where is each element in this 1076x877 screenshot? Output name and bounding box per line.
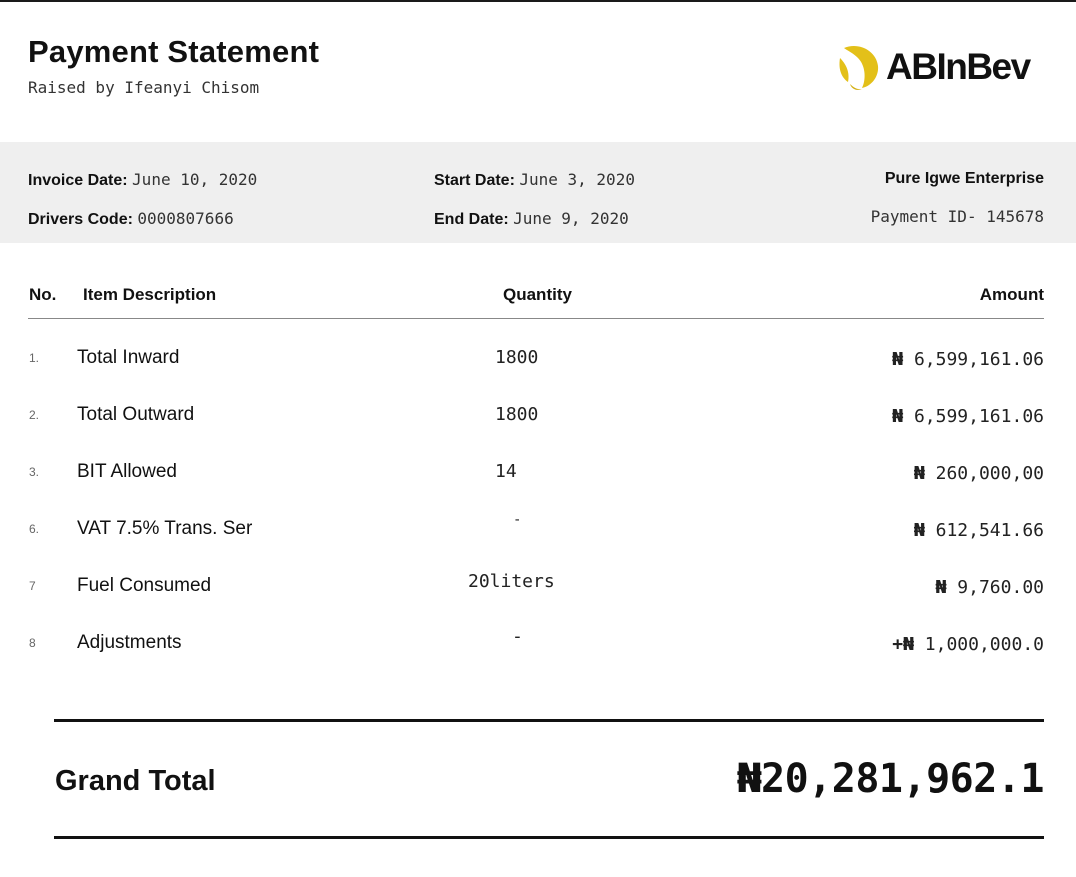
- row-amount: ₦ 9,760.00: [936, 577, 1044, 598]
- row-number: 3.: [29, 465, 40, 479]
- table-row: 8 Adjustments - +₦ 1,000,000.0: [0, 626, 1076, 672]
- row-quantity: -: [512, 626, 523, 647]
- start-date-value: June 3, 2020: [519, 170, 635, 189]
- currency-symbol: ₦: [892, 406, 904, 427]
- row-amount: ₦ 612,541.66: [914, 520, 1044, 541]
- invoice-date: Invoice Date: June 10, 2020: [28, 170, 257, 190]
- invoice-date-value: June 10, 2020: [132, 170, 258, 189]
- row-description: Fuel Consumed: [77, 575, 212, 596]
- start-date-label: Start Date:: [434, 172, 515, 189]
- row-number: 8: [29, 636, 36, 650]
- amount-value: 6,599,161.06: [913, 406, 1044, 427]
- abinbev-logo: ABInBev: [836, 42, 1048, 92]
- drivers-code-value: 0000807666: [137, 209, 234, 228]
- row-quantity: 1800: [495, 347, 539, 368]
- grand-total-bottom-rule: [54, 836, 1044, 839]
- header-divider: [28, 318, 1044, 319]
- row-description: Adjustments: [77, 632, 182, 653]
- row-number: 7: [29, 579, 36, 593]
- row-description: Total Outward: [77, 404, 195, 425]
- row-amount: ₦ 260,000,00: [914, 463, 1044, 484]
- row-number: 6.: [29, 522, 40, 536]
- amount-value: 612,541.66: [935, 520, 1044, 541]
- drivers-code-label: Drivers Code:: [28, 211, 133, 228]
- currency-symbol: ₦: [913, 463, 925, 484]
- row-amount: ₦ 6,599,161.06: [892, 406, 1044, 427]
- currency-symbol: ₦: [913, 520, 925, 541]
- row-description: Total Inward: [77, 347, 180, 368]
- row-quantity: 1800: [495, 404, 539, 425]
- row-amount: ₦ 6,599,161.06: [892, 349, 1044, 370]
- end-date-value: June 9, 2020: [513, 209, 629, 228]
- row-number: 1.: [29, 351, 40, 365]
- drivers-code: Drivers Code: 0000807666: [28, 209, 234, 229]
- start-date: Start Date: June 3, 2020: [434, 170, 635, 190]
- header-quantity: Quantity: [503, 285, 572, 304]
- logo-text: ABInBev: [886, 46, 1031, 87]
- company-name: Pure Igwe Enterprise: [884, 170, 1044, 187]
- row-description: VAT 7.5% Trans. Ser: [77, 518, 253, 539]
- currency-symbol: +₦: [892, 634, 914, 655]
- table-row: 6. VAT 7.5% Trans. Ser - ₦ 612,541.66: [0, 512, 1076, 558]
- table-row: 7 Fuel Consumed 20liters ₦ 9,760.00: [0, 571, 1076, 615]
- table-row: 2. Total Outward 1800 ₦ 6,599,161.06: [0, 404, 1076, 444]
- header-description: Item Description: [83, 285, 217, 304]
- payment-id: Payment ID- 145678: [870, 207, 1044, 226]
- invoice-date-label: Invoice Date:: [28, 172, 128, 189]
- currency-symbol: ₦: [892, 349, 904, 370]
- amount-value: 260,000,00: [935, 463, 1044, 484]
- grand-total-top-rule: [54, 719, 1044, 722]
- row-quantity: 20liters: [468, 571, 555, 592]
- row-description: BIT Allowed: [77, 461, 177, 482]
- amount-value: 9,760.00: [957, 577, 1044, 598]
- top-border: [0, 0, 1076, 2]
- end-date: End Date: June 9, 2020: [434, 209, 629, 229]
- row-amount: +₦ 1,000,000.0: [892, 634, 1044, 655]
- amount-value: 1,000,000.0: [924, 634, 1044, 655]
- page-title: Payment Statement: [28, 34, 320, 69]
- table-row: 3. BIT Allowed 14 ₦ 260,000,00: [0, 461, 1076, 501]
- row-quantity: 14: [495, 461, 517, 482]
- row-quantity: -: [513, 512, 522, 528]
- abinbev-logo-mark-icon: [839, 46, 879, 90]
- row-number: 2.: [29, 408, 40, 422]
- table-row: 1. Total Inward 1800 ₦ 6,599,161.06: [0, 347, 1076, 387]
- amount-value: 6,599,161.06: [913, 349, 1044, 370]
- currency-symbol: ₦: [935, 577, 947, 598]
- grand-total-value: ₦20,281,962.1: [737, 756, 1044, 802]
- end-date-label: End Date:: [434, 211, 509, 228]
- header-no: No.: [29, 285, 57, 304]
- raised-by-text: Raised by Ifeanyi Chisom: [28, 78, 260, 97]
- header-amount: Amount: [979, 285, 1044, 304]
- grand-total-label: Grand Total: [55, 765, 216, 797]
